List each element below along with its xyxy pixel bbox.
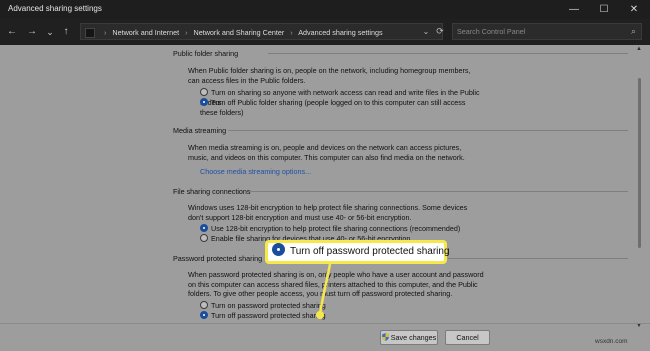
window-title: Advanced sharing settings xyxy=(8,4,102,13)
search-placeholder: Search Control Panel xyxy=(457,27,526,36)
minimize-button[interactable]: — xyxy=(560,0,588,19)
section-divider xyxy=(268,53,628,54)
uac-shield-icon xyxy=(381,333,389,341)
breadcrumb-network-and-internet[interactable]: Network and Internet xyxy=(112,28,179,37)
watermark: wsxdn.com xyxy=(595,338,628,345)
up-arrow-icon[interactable]: ↑ xyxy=(58,24,74,40)
section-divider xyxy=(228,130,628,131)
radio-128bit-encryption[interactable]: Use 128-bit encryption to help protect f… xyxy=(200,224,460,234)
scroll-up-arrow-icon[interactable]: ▲ xyxy=(636,46,642,52)
breadcrumb-network-and-sharing-center[interactable]: Network and Sharing Center xyxy=(194,28,285,37)
radio-password-sharing-off[interactable]: Turn off password protected sharing xyxy=(200,311,326,321)
breadcrumb-separator: › xyxy=(104,28,107,37)
search-input[interactable]: Search Control Panel ⌕ xyxy=(452,23,642,40)
radio-button[interactable] xyxy=(200,88,208,96)
radio-label: Use 128-bit encryption to help protect f… xyxy=(211,224,461,233)
control-panel-icon xyxy=(85,28,95,39)
recent-locations-chevron-icon[interactable]: ⌄ xyxy=(42,24,58,40)
file-sharing-description: Windows uses 128-bit encryption to help … xyxy=(188,203,468,222)
search-icon: ⌕ xyxy=(630,26,636,36)
radio-public-sharing-off[interactable]: Turn off Public folder sharing (people l… xyxy=(200,98,480,117)
forward-arrow-icon[interactable]: → xyxy=(24,24,40,40)
save-changes-button[interactable]: Save changes xyxy=(380,330,438,345)
highlight-callout: Turn off password protected sharing xyxy=(265,240,450,264)
radio-button[interactable] xyxy=(200,234,208,242)
radio-label: Turn on password protected sharing xyxy=(211,301,326,310)
footer-divider xyxy=(0,323,650,324)
password-sharing-description: When password protected sharing is on, o… xyxy=(188,270,484,299)
radio-button-selected[interactable] xyxy=(200,311,208,319)
section-heading-file-sharing-connections: File sharing connections xyxy=(173,187,251,196)
section-heading-public-folder-sharing: Public folder sharing xyxy=(173,49,239,58)
section-divider xyxy=(250,191,628,192)
save-changes-label: Save changes xyxy=(390,333,437,342)
media-streaming-description: When media streaming is on, people and d… xyxy=(188,143,465,162)
public-folder-description: When Public folder sharing is on, people… xyxy=(188,66,471,85)
section-heading-media-streaming: Media streaming xyxy=(173,126,227,135)
title-bar: Advanced sharing settings — ☐ ✕ xyxy=(0,0,650,19)
radio-label: Turn off Public folder sharing (people l… xyxy=(200,98,466,117)
media-streaming-options-link[interactable]: Choose media streaming options... xyxy=(200,167,311,176)
advanced-sharing-window: Advanced sharing settings — ☐ ✕ ← → ⌄ ↑ … xyxy=(0,0,650,351)
navigation-bar: ← → ⌄ ↑ › Network and Internet › Network… xyxy=(0,19,650,45)
radio-label: Turn off password protected sharing xyxy=(211,311,326,320)
radio-button[interactable] xyxy=(200,301,208,309)
breadcrumb-advanced-sharing-settings[interactable]: Advanced sharing settings xyxy=(298,28,382,37)
maximize-button[interactable]: ☐ xyxy=(590,0,618,19)
address-bar[interactable]: › Network and Internet › Network and Sha… xyxy=(80,23,443,40)
refresh-icon[interactable]: ⟳ xyxy=(433,23,447,40)
breadcrumb-separator: › xyxy=(185,28,188,37)
radio-selected-icon xyxy=(272,243,285,256)
back-arrow-icon[interactable]: ← xyxy=(4,24,20,40)
radio-password-sharing-on[interactable]: Turn on password protected sharing xyxy=(200,301,326,311)
breadcrumb-separator: › xyxy=(290,28,293,37)
radio-button-selected[interactable] xyxy=(200,224,208,232)
close-button[interactable]: ✕ xyxy=(620,0,648,19)
cancel-button[interactable]: Cancel xyxy=(445,330,490,345)
vertical-scrollbar[interactable]: ▲ ▼ xyxy=(636,46,644,329)
section-heading-password-protected-sharing: Password protected sharing xyxy=(173,254,263,263)
section-divider xyxy=(448,258,628,259)
scrollbar-thumb[interactable] xyxy=(638,78,641,248)
address-history-chevron-icon[interactable]: ⌄ xyxy=(420,23,432,40)
callout-label: Turn off password protected sharing xyxy=(290,246,450,257)
radio-button-selected[interactable] xyxy=(200,98,208,106)
